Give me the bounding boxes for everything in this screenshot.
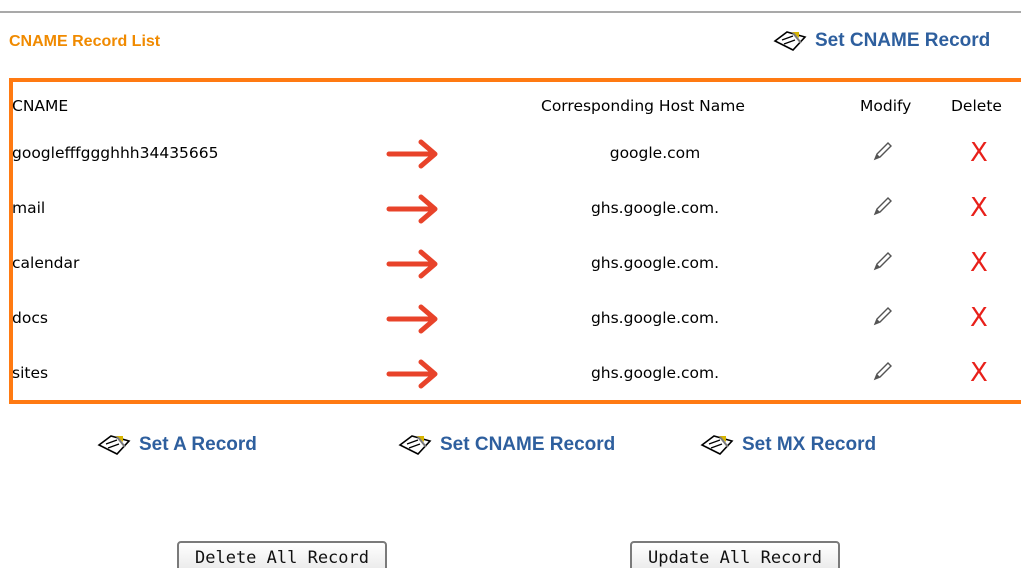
page-title: CNAME Record List (9, 33, 161, 50)
arrow-right-icon (386, 194, 438, 224)
pencil-icon[interactable] (872, 360, 894, 382)
cname-record-page: CNAME Record List Set CNAME Record CNAME… (0, 0, 1021, 568)
top-divider (0, 11, 1021, 13)
delete-x-icon[interactable]: X (970, 360, 988, 386)
pencil-icon[interactable] (872, 195, 894, 217)
arrow-right-icon (386, 249, 438, 279)
set-a-link-label[interactable]: Set A Record (139, 434, 257, 456)
delete-x-icon[interactable]: X (970, 250, 988, 276)
host-cell: google.com (609, 144, 701, 162)
set-a-record-link[interactable]: Set A Record (97, 433, 257, 457)
edit-note-icon (773, 31, 807, 51)
cname-cell: calendar (12, 254, 80, 272)
pencil-icon[interactable] (872, 140, 894, 162)
set-cname-record-link-bottom[interactable]: Set CNAME Record (398, 433, 615, 457)
cname-cell: sites (12, 364, 49, 382)
host-cell: ghs.google.com. (590, 199, 720, 217)
edit-note-icon (700, 435, 734, 455)
cname-cell: docs (12, 309, 48, 327)
column-header-host: Corresponding Host Name (541, 97, 745, 115)
delete-all-record-button[interactable]: Delete All Record (177, 541, 387, 568)
cname-cell: googlefffggghhh34435665 (12, 144, 219, 162)
pencil-icon[interactable] (872, 305, 894, 327)
arrow-right-icon (386, 304, 438, 334)
delete-x-icon[interactable]: X (970, 140, 988, 166)
cname-cell: mail (12, 199, 46, 217)
set-mx-link-label[interactable]: Set MX Record (742, 434, 876, 456)
column-header-delete: Delete (951, 97, 1002, 115)
pencil-icon[interactable] (872, 250, 894, 272)
host-cell: ghs.google.com. (590, 254, 720, 272)
host-cell: ghs.google.com. (590, 364, 720, 382)
column-header-cname: CNAME (12, 97, 69, 115)
set-cname-link-label[interactable]: Set CNAME Record (440, 434, 615, 456)
arrow-right-icon (386, 359, 438, 389)
set-mx-record-link[interactable]: Set MX Record (700, 433, 876, 457)
set-cname-link-label[interactable]: Set CNAME Record (815, 30, 990, 52)
column-header-modify: Modify (860, 97, 912, 115)
edit-note-icon (97, 435, 131, 455)
arrow-right-icon (386, 139, 438, 169)
delete-x-icon[interactable]: X (970, 195, 988, 221)
update-all-record-button[interactable]: Update All Record (630, 541, 840, 568)
edit-note-icon (398, 435, 432, 455)
set-cname-record-link-top[interactable]: Set CNAME Record (773, 29, 990, 53)
host-cell: ghs.google.com. (590, 309, 720, 327)
record-list-box (9, 78, 1021, 404)
delete-x-icon[interactable]: X (970, 305, 988, 331)
